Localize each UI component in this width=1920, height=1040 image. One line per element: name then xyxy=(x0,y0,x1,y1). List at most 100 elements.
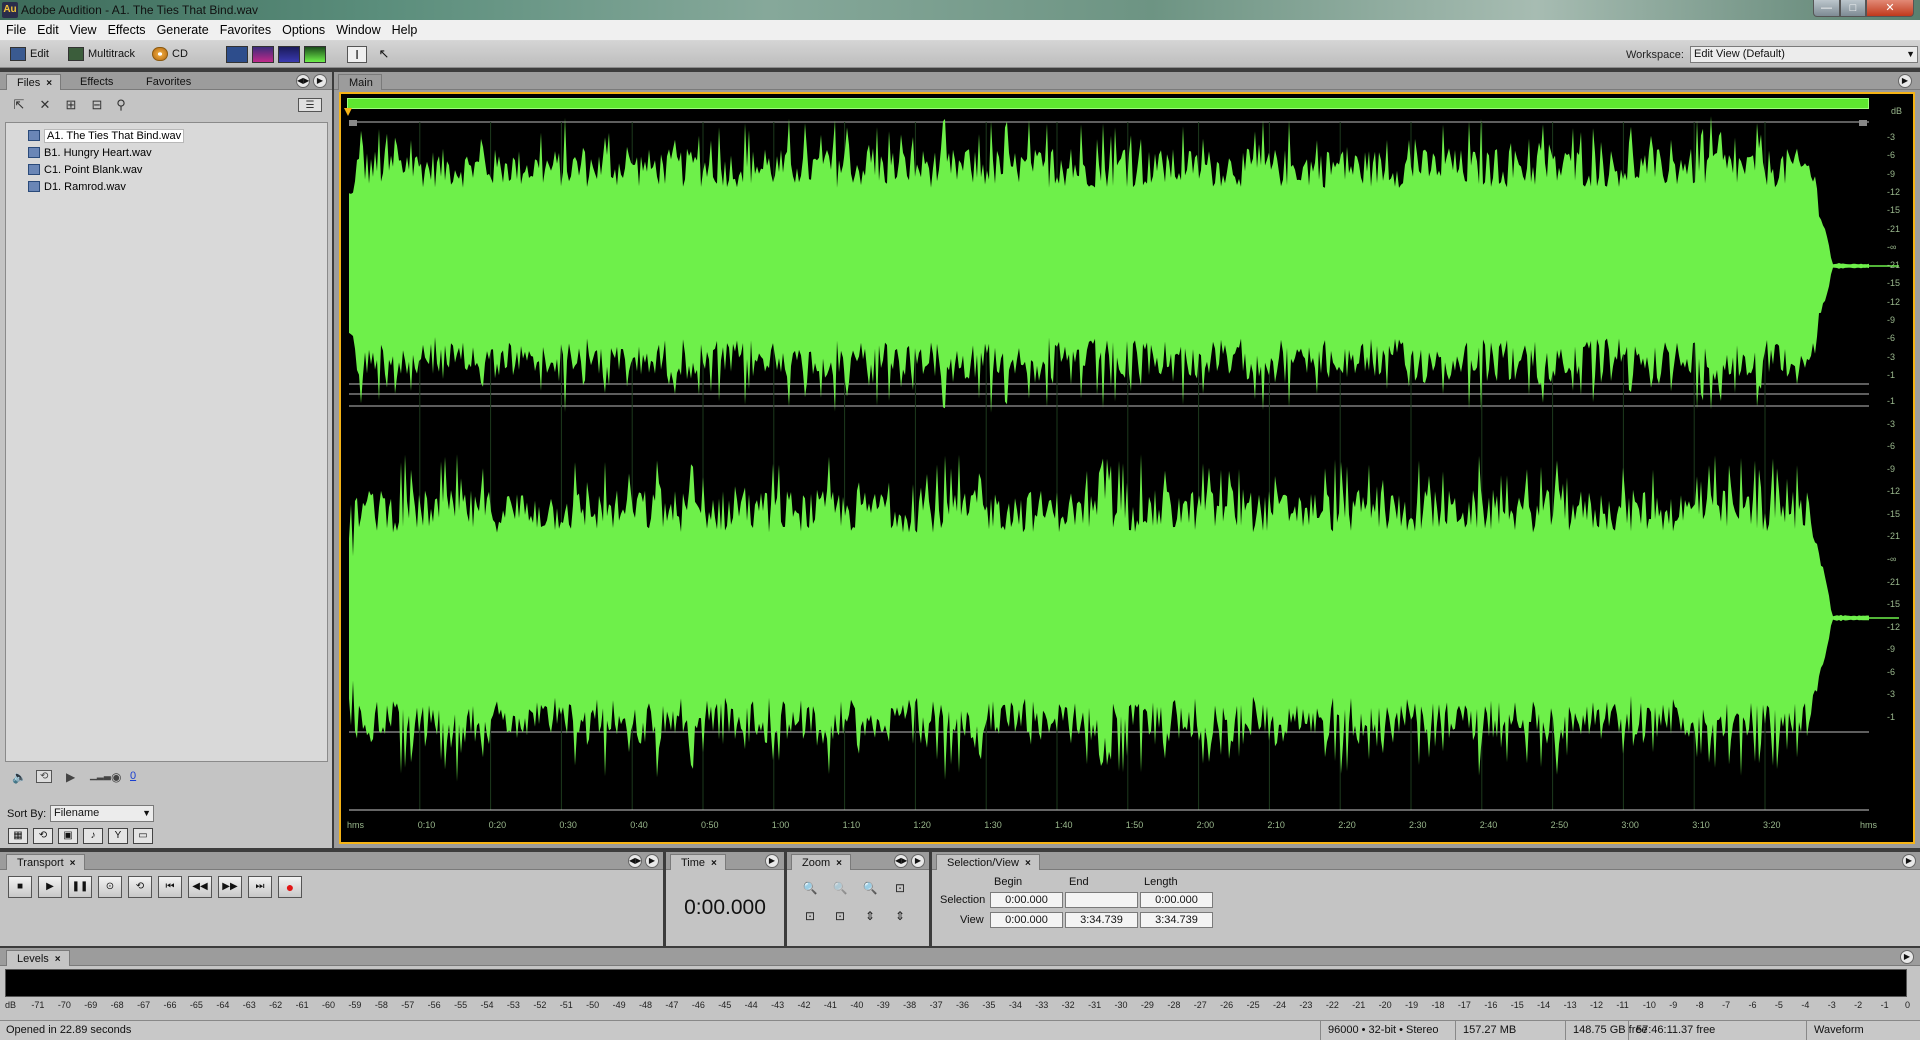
tab-effects[interactable]: Effects xyxy=(70,74,121,90)
selection-end-field[interactable] xyxy=(1065,892,1138,908)
go-to-end-button[interactable]: ⏭ xyxy=(248,876,272,898)
menu-edit[interactable]: Edit xyxy=(31,20,64,37)
panel-options-icon[interactable]: ◀▶ xyxy=(296,74,310,88)
panel-menu-icon[interactable]: ▶ xyxy=(1902,854,1916,868)
edit-file-icon[interactable]: ⚲ xyxy=(112,98,130,112)
tab-zoom[interactable]: Zoom × xyxy=(791,854,851,870)
record-button[interactable]: ● xyxy=(278,876,302,898)
go-to-start-button[interactable]: ⏮ xyxy=(158,876,182,898)
list-item-file[interactable]: D1. Ramrod.wav xyxy=(28,180,126,195)
panel-menu-icon[interactable]: ▶ xyxy=(645,854,659,868)
menu-favorites[interactable]: Favorites xyxy=(214,20,276,37)
selection-length-field[interactable]: 0:00.000 xyxy=(1140,892,1213,908)
play-to-end-button[interactable]: ⊙ xyxy=(98,876,122,898)
list-item-file[interactable]: C1. Point Blank.wav xyxy=(28,163,142,178)
panel-menu-icon[interactable]: ▶ xyxy=(1898,74,1912,88)
view-options-icon[interactable]: ☰ xyxy=(298,98,322,112)
zoom-in-horizontal-icon[interactable]: 🔍 xyxy=(799,878,821,898)
menu-generate[interactable]: Generate xyxy=(151,20,214,37)
menu-window[interactable]: Window xyxy=(330,20,385,37)
view-begin-field[interactable]: 0:00.000 xyxy=(990,912,1063,928)
spectral-display-button[interactable] xyxy=(252,46,274,63)
volume-knob-icon[interactable]: ◉ xyxy=(111,770,121,784)
insert-into-cd-icon[interactable]: ⊟ xyxy=(88,98,106,112)
loop-icon[interactable]: ⟲ xyxy=(36,770,53,783)
show-loops-icon[interactable]: ⟲ xyxy=(33,828,53,844)
zoom-out-full-icon[interactable]: 🔍 xyxy=(859,878,881,898)
panel-options-icon[interactable]: ◀▶ xyxy=(628,854,642,868)
waveform-display-button[interactable] xyxy=(226,46,248,63)
spectral-phase-button[interactable] xyxy=(304,46,326,63)
close-window-button[interactable]: ✕ xyxy=(1866,0,1914,17)
list-item-file[interactable]: A1. The Ties That Bind.wav xyxy=(28,129,185,144)
panel-menu-icon[interactable]: ▶ xyxy=(1900,950,1914,964)
time-selection-tool-icon[interactable]: I xyxy=(347,46,367,63)
panel-options-icon[interactable]: ◀▶ xyxy=(894,854,908,868)
close-icon[interactable]: × xyxy=(70,858,76,869)
rewind-button[interactable]: ◀◀ xyxy=(188,876,212,898)
show-midi-icon[interactable]: ♪ xyxy=(83,828,103,844)
menu-view[interactable]: View xyxy=(64,20,102,37)
tab-transport[interactable]: Transport × xyxy=(6,854,85,870)
view-length-field[interactable]: 3:34.739 xyxy=(1140,912,1213,928)
cd-view-button[interactable]: CD xyxy=(152,45,188,64)
files-preview-controls: 🔈 ⟲ ▶ ▁▂▃ ◉ 0 xyxy=(8,768,328,788)
tab-favorites[interactable]: Favorites xyxy=(136,74,199,90)
preview-volume-value[interactable]: 0 xyxy=(130,770,136,782)
selection-begin-field[interactable]: 0:00.000 xyxy=(990,892,1063,908)
menu-effects[interactable]: Effects xyxy=(102,20,151,37)
panel-menu-icon[interactable]: ▶ xyxy=(765,854,779,868)
zoom-out-vertical-icon[interactable]: ⇕ xyxy=(889,906,911,926)
length-header: Length xyxy=(1144,876,1178,888)
waveform-display[interactable]: hms 0:10 0:20 0:30 0:40 0:50 1:00 1:10 1:20 1:30 1… xyxy=(339,92,1915,844)
sort-by-select[interactable]: Filename ▼ xyxy=(50,805,154,822)
hybrid-tool-icon[interactable]: ↖ xyxy=(374,46,394,63)
close-icon[interactable]: × xyxy=(711,858,717,869)
tab-time[interactable]: Time × xyxy=(670,854,726,870)
show-audio-icon[interactable]: ▦ xyxy=(8,828,28,844)
zoom-to-selection-icon[interactable]: ⊡ xyxy=(889,878,911,898)
insert-into-multitrack-icon[interactable]: ⊞ xyxy=(62,98,80,112)
close-icon[interactable]: × xyxy=(1025,858,1031,869)
loop-play-button[interactable]: ⟲ xyxy=(128,876,152,898)
pause-button[interactable]: ❚❚ xyxy=(68,876,92,898)
stop-button[interactable]: ■ xyxy=(8,876,32,898)
zoom-in-vertical-icon[interactable]: ⇕ xyxy=(859,906,881,926)
close-file-icon[interactable]: ✕ xyxy=(36,98,54,112)
menu-file[interactable]: File xyxy=(0,20,31,37)
multitrack-view-button[interactable]: Multitrack xyxy=(68,45,135,64)
zoom-to-right-edge-icon[interactable]: ⊡ xyxy=(829,906,851,926)
tab-selection-view[interactable]: Selection/View × xyxy=(936,854,1040,870)
show-video-icon[interactable]: ▣ xyxy=(58,828,78,844)
menu-help[interactable]: Help xyxy=(386,20,423,37)
maximize-button[interactable]: □ xyxy=(1840,0,1866,17)
menu-options[interactable]: Options xyxy=(276,20,330,37)
spectral-pan-button[interactable] xyxy=(278,46,300,63)
fast-forward-button[interactable]: ▶▶ xyxy=(218,876,242,898)
view-end-field[interactable]: 3:34.739 xyxy=(1065,912,1138,928)
play-button[interactable]: ▶ xyxy=(38,876,62,898)
status-view-mode[interactable]: Waveform xyxy=(1814,1024,1864,1036)
zoom-out-horizontal-icon[interactable]: 🔍 xyxy=(829,878,851,898)
show-full-path-icon[interactable]: Y xyxy=(108,828,128,844)
panel-menu-icon[interactable]: ▶ xyxy=(911,854,925,868)
minimize-button[interactable]: — xyxy=(1813,0,1840,17)
import-file-icon[interactable]: ⇱ xyxy=(10,98,28,112)
tab-main[interactable]: Main xyxy=(338,74,382,90)
close-icon[interactable]: × xyxy=(836,858,842,869)
tab-levels[interactable]: Levels × xyxy=(6,950,70,966)
time-ruler[interactable]: hms 0:10 0:20 0:30 0:40 0:50 1:00 1:10 1:20 1:30 1… xyxy=(347,820,1877,834)
preview-play-icon[interactable]: ▶ xyxy=(66,770,75,784)
list-item-file[interactable]: B1. Hungry Heart.wav xyxy=(28,146,152,161)
speaker-icon[interactable]: 🔈 xyxy=(12,770,27,784)
workspace-select[interactable]: Edit View (Default) ▼ xyxy=(1690,46,1918,63)
tab-files[interactable]: Files × xyxy=(6,74,62,90)
levels-tick-label: -61 xyxy=(295,1000,309,1010)
waveform-canvas[interactable] xyxy=(341,94,1913,842)
zoom-to-left-edge-icon[interactable]: ⊡ xyxy=(799,906,821,926)
close-icon[interactable]: × xyxy=(46,78,52,89)
panel-menu-icon[interactable]: ▶ xyxy=(313,74,327,88)
edit-view-button[interactable]: Edit xyxy=(10,45,49,64)
show-cue-icon[interactable]: ▭ xyxy=(133,828,153,844)
close-icon[interactable]: × xyxy=(55,954,61,965)
